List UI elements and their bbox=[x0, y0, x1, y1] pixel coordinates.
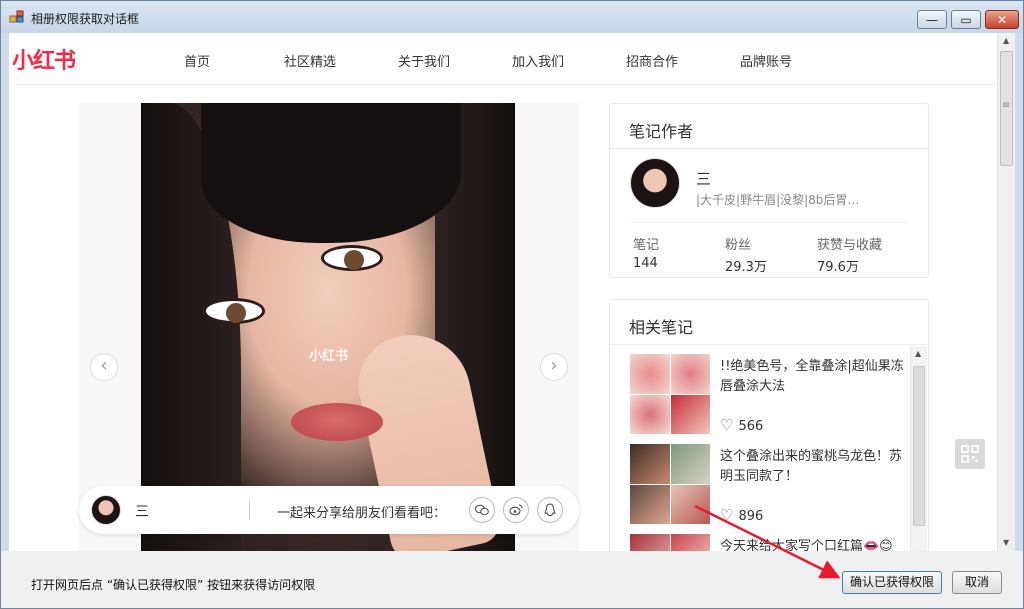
confirm-permission-button[interactable]: 确认已获得权限 bbox=[842, 571, 942, 594]
share-bar: 三 一起来分享给朋友们看看吧： bbox=[79, 486, 579, 534]
prev-image-button[interactable]: ‹ bbox=[90, 353, 118, 381]
stat-label: 粉丝 bbox=[725, 238, 752, 253]
web-view: 小红书 首页 社区精选 关于我们 加入我们 招商合作 品牌账号 小红书 ‹ › bbox=[9, 33, 1015, 551]
stat-notes: 笔记 144 bbox=[633, 234, 659, 271]
avatar[interactable] bbox=[91, 495, 121, 525]
note-title: 这个叠涂出来的蜜桃乌龙色！苏明玉同款了！ bbox=[720, 449, 903, 484]
like-count: 896 bbox=[738, 509, 764, 524]
wechat-icon[interactable] bbox=[469, 497, 495, 523]
stat-label: 笔记 bbox=[633, 238, 660, 253]
watermark: 小红书 bbox=[309, 349, 349, 364]
title-bar[interactable]: 相册权限获取对话框 — ▭ ✕ bbox=[1, 1, 1023, 33]
page-scrollbar[interactable]: ▲ ▼ bbox=[997, 33, 1015, 551]
instruction-text: 打开网页后点 “确认已获得权限” 按钮来获得访问权限 bbox=[31, 578, 316, 592]
note-gallery: 小红书 ‹ › 三 一起来分享给朋友们看看吧： bbox=[79, 103, 579, 551]
photo-eye-left bbox=[203, 298, 265, 324]
divider bbox=[630, 222, 908, 223]
author-name[interactable]: 三 bbox=[696, 168, 711, 189]
site-header: 小红书 首页 社区精选 关于我们 加入我们 招商合作 品牌账号 bbox=[9, 33, 997, 85]
qq-icon[interactable] bbox=[537, 497, 563, 523]
scroll-down-icon[interactable]: ▼ bbox=[1003, 538, 1009, 547]
nav-business[interactable]: 招商合作 bbox=[626, 51, 678, 70]
share-user-name[interactable]: 三 bbox=[135, 501, 149, 521]
dialog-footer: 打开网页后点 “确认已获得权限” 按钮来获得访问权限 确认已获得权限 取消 bbox=[1, 551, 1023, 608]
minimize-icon: — bbox=[926, 13, 938, 27]
heart-icon: ♡ bbox=[720, 416, 734, 434]
stat-value: 29.3万 bbox=[725, 260, 767, 275]
stat-value: 144 bbox=[633, 256, 658, 271]
note-likes[interactable]: ♡ 566 bbox=[720, 416, 763, 434]
author-card: 笔记作者 三 |大千皮|野牛眉|没黎|8b后胃… 笔记 144 粉丝 29.3万… bbox=[609, 103, 929, 278]
note-title: !!绝美色号，全靠叠涂|超仙果冻唇叠涂大法 bbox=[720, 359, 904, 394]
note-likes[interactable]: ♡ 896 bbox=[720, 506, 763, 524]
note-title: 今天来给大家写个口红篇👄😊 bbox=[720, 539, 893, 551]
nav-join[interactable]: 加入我们 bbox=[512, 51, 564, 70]
divider bbox=[610, 148, 928, 149]
related-notes-card: 相关笔记 !!绝美色号，全靠叠涂|超仙果冻唇叠涂大法 ♡ 566 这个叠涂出来的… bbox=[609, 299, 929, 551]
note-photo[interactable]: 小红书 bbox=[141, 103, 515, 551]
minimize-button[interactable]: — bbox=[917, 10, 947, 29]
stat-fans: 粉丝 29.3万 bbox=[725, 234, 767, 275]
author-card-title: 笔记作者 bbox=[629, 122, 694, 141]
nav-brand[interactable]: 品牌账号 bbox=[740, 51, 792, 70]
scroll-up-icon[interactable]: ▲ bbox=[915, 349, 921, 358]
qr-code-button[interactable] bbox=[955, 439, 985, 469]
divider bbox=[610, 344, 928, 345]
close-button[interactable]: ✕ bbox=[985, 10, 1019, 29]
scroll-thumb[interactable] bbox=[1000, 51, 1013, 166]
app-icon bbox=[9, 10, 24, 23]
cancel-button[interactable]: 取消 bbox=[952, 571, 1002, 594]
close-icon: ✕ bbox=[996, 13, 1008, 27]
nav-community[interactable]: 社区精选 bbox=[284, 51, 336, 70]
heart-icon: ♡ bbox=[720, 506, 734, 524]
scroll-up-icon[interactable]: ▲ bbox=[1003, 36, 1009, 45]
divider bbox=[249, 500, 250, 520]
scroll-thumb[interactable] bbox=[913, 366, 925, 526]
related-card-title: 相关笔记 bbox=[629, 318, 694, 337]
author-description: |大千皮|野牛眉|没黎|8b后胃… bbox=[696, 193, 860, 207]
xiaohongshu-logo[interactable]: 小红书 bbox=[12, 43, 76, 75]
note-thumbnail bbox=[630, 444, 710, 524]
weibo-icon[interactable] bbox=[503, 497, 529, 523]
window-title: 相册权限获取对话框 bbox=[31, 12, 140, 26]
list-item[interactable]: 今天来给大家写个口红篇👄😊 bbox=[630, 534, 920, 551]
list-item[interactable]: !!绝美色号，全靠叠涂|超仙果冻唇叠涂大法 ♡ 566 bbox=[630, 354, 920, 444]
photo-eye-right bbox=[321, 245, 383, 271]
maximize-button[interactable]: ▭ bbox=[951, 10, 981, 29]
nav-about[interactable]: 关于我们 bbox=[398, 51, 450, 70]
dialog-window: 相册权限获取对话框 — ▭ ✕ 小红书 首页 社区精选 关于我们 加入我们 招商… bbox=[0, 0, 1024, 609]
share-prompt: 一起来分享给朋友们看看吧： bbox=[277, 506, 447, 521]
like-count: 566 bbox=[738, 419, 764, 434]
author-avatar[interactable] bbox=[630, 158, 680, 208]
list-item[interactable]: 这个叠涂出来的蜜桃乌龙色！苏明玉同款了！ ♡ 896 bbox=[630, 444, 920, 534]
stat-label: 获赞与收藏 bbox=[817, 238, 883, 253]
related-scrollbar[interactable]: ▲ bbox=[910, 346, 927, 551]
note-thumbnail bbox=[630, 534, 710, 551]
stat-value: 79.6万 bbox=[817, 260, 859, 275]
photo-bangs bbox=[201, 103, 461, 243]
qr-code-icon bbox=[961, 445, 979, 463]
photo-lips bbox=[291, 403, 383, 441]
stat-likes: 获赞与收藏 79.6万 bbox=[817, 234, 882, 275]
maximize-icon: ▭ bbox=[960, 13, 972, 27]
next-image-button[interactable]: › bbox=[540, 353, 568, 381]
note-thumbnail bbox=[630, 354, 710, 434]
nav-home[interactable]: 首页 bbox=[184, 51, 210, 70]
